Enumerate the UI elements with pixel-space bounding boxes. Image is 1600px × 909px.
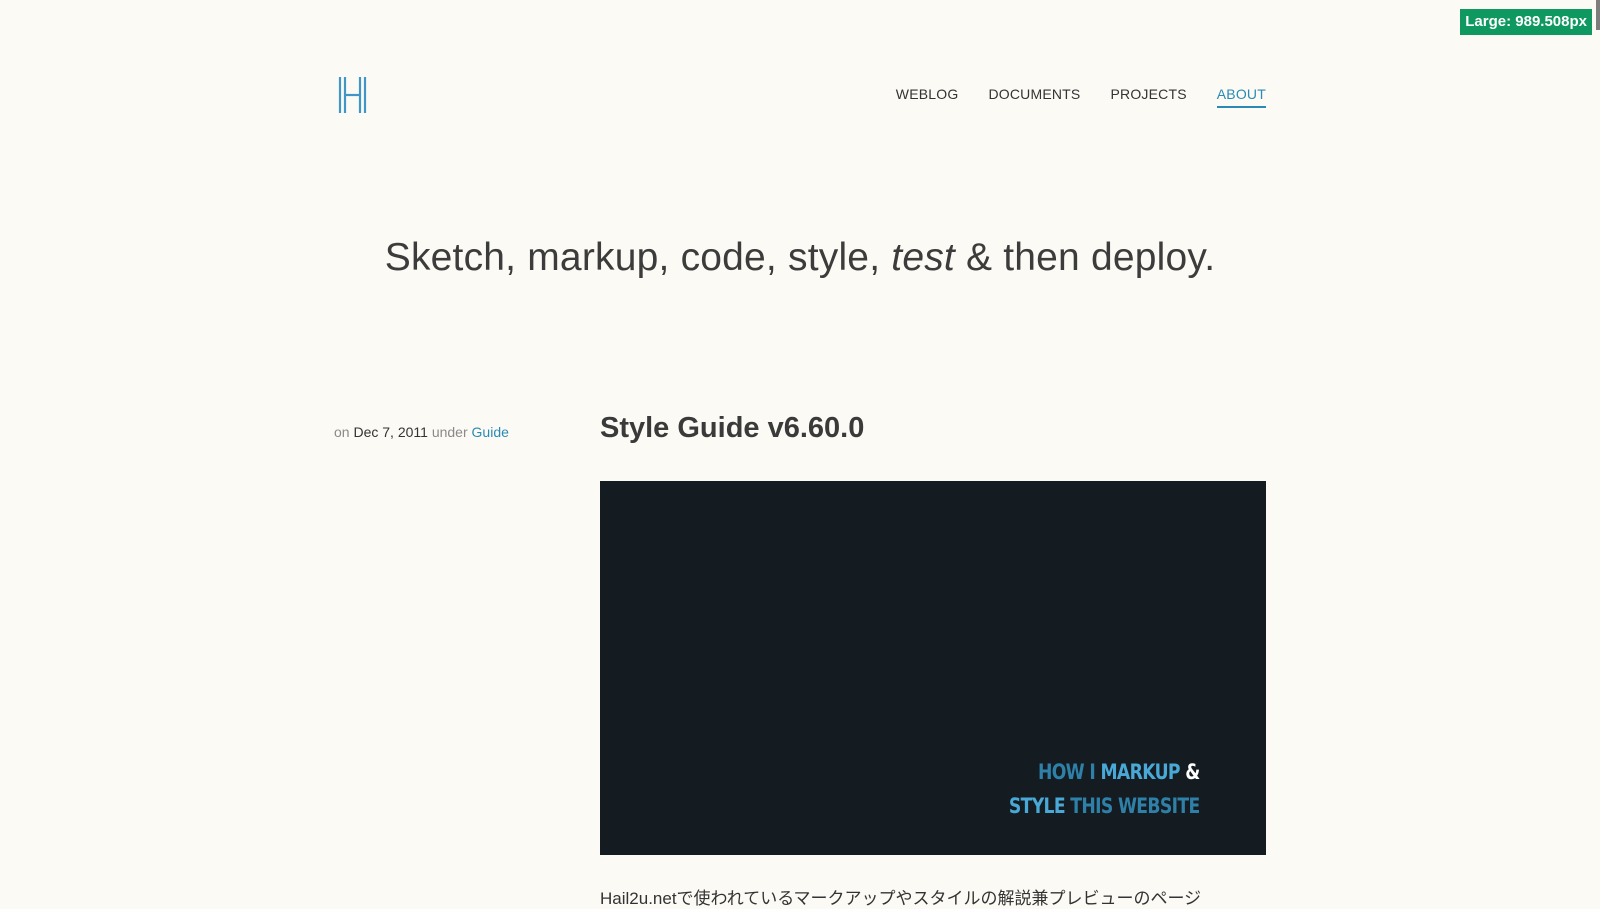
- hero-word-how-i: HOW I: [1038, 760, 1096, 784]
- post-date: Dec 7, 2011: [353, 424, 428, 440]
- hero-caption: HOW I MARKUP & STYLE THIS WEBSITE: [1009, 755, 1200, 823]
- post-meta: on Dec 7, 2011 under Guide: [334, 424, 509, 440]
- viewport-size-badge: Large: 989.508px: [1460, 9, 1592, 35]
- hero-word-this-website: THIS WEBSITE: [1070, 794, 1201, 818]
- site-tagline: Sketch, markup, code, style, test & then…: [0, 236, 1600, 280]
- post-hero-image: HOW I MARKUP & STYLE THIS WEBSITE: [600, 481, 1266, 855]
- hero-line-1: HOW I MARKUP &: [1009, 755, 1200, 789]
- nav-about[interactable]: ABOUT: [1216, 84, 1266, 108]
- post-category-link[interactable]: Guide: [472, 424, 509, 440]
- hero-word-markup: MARKUP: [1100, 760, 1181, 784]
- tagline-emphasis: test: [891, 236, 955, 279]
- site-header: WEBLOG DOCUMENTS PROJECTS ABOUT: [334, 74, 1266, 114]
- nav-documents[interactable]: DOCUMENTS: [988, 84, 1080, 108]
- hero-line-2: STYLE THIS WEBSITE: [1009, 789, 1200, 823]
- post-title[interactable]: Style Guide v6.60.0: [600, 412, 864, 445]
- meta-under-label: under: [431, 424, 468, 440]
- tagline-part1: Sketch, markup, code, style,: [384, 236, 892, 279]
- main-nav: WEBLOG DOCUMENTS PROJECTS ABOUT: [896, 84, 1266, 108]
- tagline-part2: & then deploy.: [954, 236, 1216, 279]
- h-monogram-icon: [338, 77, 367, 113]
- hero-word-style: STYLE: [1009, 794, 1066, 818]
- nav-projects[interactable]: PROJECTS: [1110, 84, 1186, 108]
- nav-weblog[interactable]: WEBLOG: [896, 84, 959, 108]
- hero-word-ampersand: &: [1185, 760, 1201, 784]
- post-intro-text: Hail2u.netで使われているマークアップやスタイルの解説兼プレビューのペー…: [600, 889, 1202, 908]
- site-logo-link[interactable]: [338, 77, 368, 113]
- meta-on-label: on: [334, 424, 350, 440]
- scrollbar-edge: [1596, 0, 1600, 30]
